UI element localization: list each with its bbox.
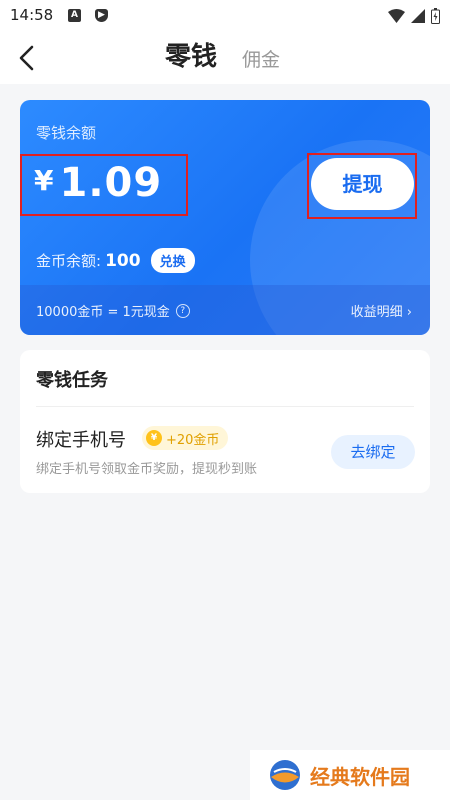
task-card: 零钱任务 绑定手机号 ¥ +20金币 绑定手机号领取金币奖励，提现秒到账 去绑定 <box>20 350 430 493</box>
withdraw-button[interactable]: 提现 <box>311 158 414 210</box>
task-description: 绑定手机号领取金币奖励，提现秒到账 <box>36 462 258 477</box>
exchange-rate: 10000金币 = 1元现金 ? <box>36 301 190 320</box>
exchange-rate-text: 10000金币 = 1元现金 <box>36 305 170 320</box>
bind-phone-button[interactable]: 去绑定 <box>331 435 415 469</box>
coin-balance-value: 100 <box>105 250 141 271</box>
reward-badge: ¥ +20金币 <box>142 426 229 450</box>
coin-balance-label: 金币余额: <box>36 252 102 270</box>
coin-balance-row: 金币余额: 100 兑换 <box>36 248 195 273</box>
chevron-left-icon <box>19 45 34 71</box>
amount-value: 1.09 <box>59 160 163 206</box>
watermark-text: 经典软件园 <box>310 764 410 789</box>
earnings-detail-label: 收益明细 <box>350 305 403 320</box>
currency-symbol: ¥ <box>34 164 54 197</box>
chevron-right-icon: › <box>406 305 412 320</box>
tab-commission[interactable]: 佣金 <box>242 45 280 72</box>
help-icon[interactable]: ? <box>175 303 190 318</box>
coin-icon: ¥ <box>146 430 162 446</box>
status-right-icons <box>388 8 440 24</box>
signal-icon <box>411 9 425 23</box>
back-button[interactable] <box>12 42 44 74</box>
battery-icon <box>431 8 440 24</box>
reward-text: +20金币 <box>166 432 220 448</box>
balance-card: 零钱余额 ¥1.09 提现 金币余额: 100 兑换 10000金币 = 1元现… <box>20 100 430 335</box>
divider <box>36 406 414 407</box>
task-section-title: 零钱任务 <box>36 370 108 391</box>
exchange-button[interactable]: 兑换 <box>150 248 195 273</box>
balance-label: 零钱余额 <box>36 124 97 142</box>
nav-bar: 零钱 佣金 <box>0 32 450 84</box>
status-bar: 14:58 A ▶ <box>0 0 450 32</box>
task-name: 绑定手机号 <box>36 430 126 451</box>
watermark: 经典软件园 <box>250 750 450 800</box>
wifi-icon <box>388 9 405 23</box>
card-footer: 10000金币 = 1元现金 ? 收益明细 › <box>20 285 430 335</box>
shield-notification-icon: ▶ <box>95 9 108 22</box>
status-time: 14:58 <box>10 6 54 24</box>
tab-change[interactable]: 零钱 <box>165 36 217 73</box>
earnings-detail-link[interactable]: 收益明细 › <box>351 301 412 320</box>
watermark-logo-icon <box>270 760 300 790</box>
balance-amount: ¥1.09 <box>34 160 162 206</box>
notification-app-icon: A <box>68 9 81 22</box>
